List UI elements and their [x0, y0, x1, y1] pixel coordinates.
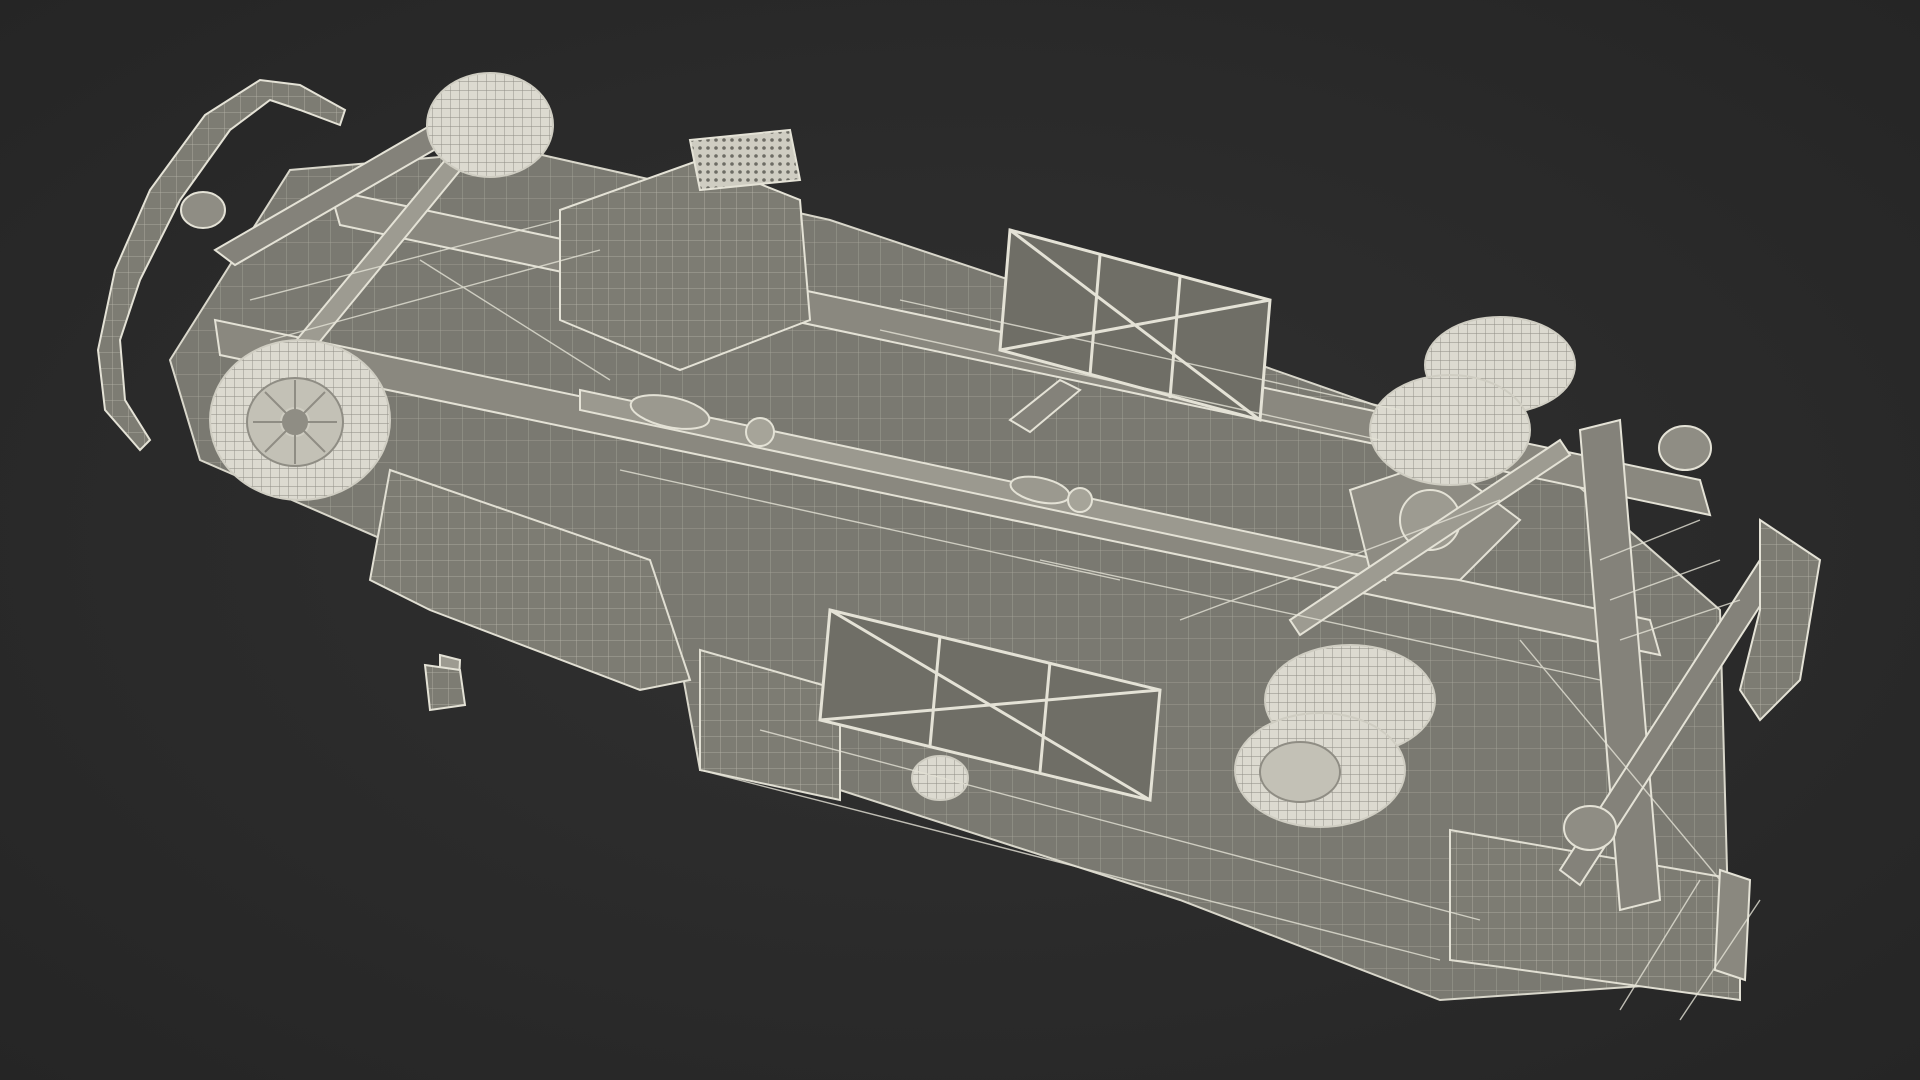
front-right-tire	[209, 339, 391, 501]
body-floor	[168, 148, 1741, 1002]
render-viewport	[0, 0, 1920, 1080]
rear-bumper	[1713, 518, 1822, 982]
chassis-render	[96, 72, 1822, 1021]
chassis-assembly	[96, 72, 1822, 1021]
side-mirror	[423, 653, 467, 712]
front-left-tire	[426, 72, 554, 178]
